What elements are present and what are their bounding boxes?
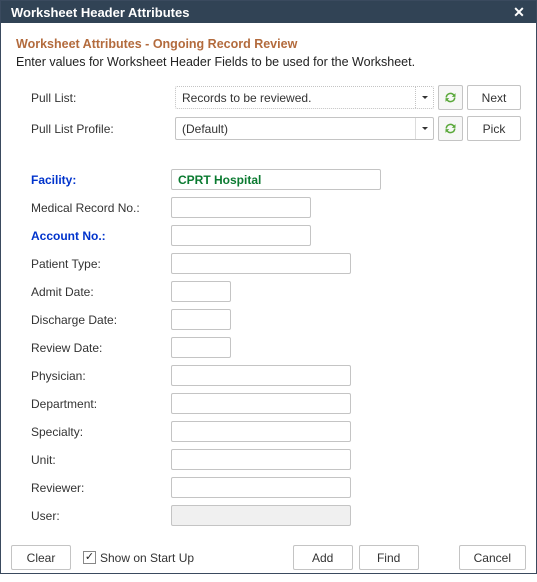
department-label: Department: (31, 397, 171, 411)
reviewer-field[interactable] (171, 477, 351, 498)
refresh-icon (443, 121, 458, 136)
account-row: Account No.: (31, 223, 521, 248)
instructions: Enter values for Worksheet Header Fields… (16, 55, 521, 69)
facility-label: Facility: (31, 173, 171, 187)
find-button-label: Find (377, 551, 400, 565)
subtitle: Worksheet Attributes - Ongoing Record Re… (16, 37, 521, 51)
pull-profile-refresh-button[interactable] (438, 116, 463, 141)
content-area: Worksheet Attributes - Ongoing Record Re… (1, 23, 536, 537)
show-on-startup-label: Show on Start Up (100, 551, 194, 565)
specialty-row: Specialty: (31, 419, 521, 444)
titlebar: Worksheet Header Attributes ✕ (1, 1, 536, 23)
clear-button[interactable]: Clear (11, 545, 71, 570)
pull-list-refresh-button[interactable] (438, 85, 463, 110)
window-title: Worksheet Header Attributes (11, 5, 508, 20)
facility-value: CPRT Hospital (178, 173, 261, 187)
patient-type-label: Patient Type: (31, 257, 171, 271)
pull-profile-row: Pull List Profile: (Default) Pick (16, 116, 521, 141)
review-date-row: Review Date: (31, 335, 521, 360)
pull-profile-value: (Default) (182, 122, 228, 136)
chevron-down-icon[interactable] (415, 118, 433, 139)
footer: Clear ✓ Show on Start Up Add Find Cancel (1, 537, 536, 582)
patient-type-field[interactable] (171, 253, 351, 274)
admit-date-row: Admit Date: (31, 279, 521, 304)
pull-list-combo[interactable]: Records to be reviewed. (175, 86, 434, 109)
review-date-label: Review Date: (31, 341, 171, 355)
facility-row: Facility: CPRT Hospital (31, 167, 521, 192)
add-button[interactable]: Add (293, 545, 353, 570)
physician-row: Physician: (31, 363, 521, 388)
dialog-window: Worksheet Header Attributes ✕ Worksheet … (0, 0, 537, 574)
pull-list-row: Pull List: Records to be reviewed. Next (16, 85, 521, 110)
specialty-label: Specialty: (31, 425, 171, 439)
facility-field[interactable]: CPRT Hospital (171, 169, 381, 190)
review-date-field[interactable] (171, 337, 231, 358)
cancel-button[interactable]: Cancel (459, 545, 526, 570)
form-area: Facility: CPRT Hospital Medical Record N… (16, 167, 521, 531)
unit-row: Unit: (31, 447, 521, 472)
unit-label: Unit: (31, 453, 171, 467)
pull-list-value: Records to be reviewed. (182, 91, 311, 105)
user-row: User: (31, 503, 521, 528)
admit-date-field[interactable] (171, 281, 231, 302)
close-icon[interactable]: ✕ (508, 1, 530, 23)
account-field[interactable] (171, 225, 311, 246)
patient-type-row: Patient Type: (31, 251, 521, 276)
next-button-label: Next (482, 91, 507, 105)
discharge-date-field[interactable] (171, 309, 231, 330)
specialty-field[interactable] (171, 421, 351, 442)
pull-profile-combo[interactable]: (Default) (175, 117, 434, 140)
user-field (171, 505, 351, 526)
discharge-date-label: Discharge Date: (31, 313, 171, 327)
mrn-row: Medical Record No.: (31, 195, 521, 220)
reviewer-row: Reviewer: (31, 475, 521, 500)
pick-button[interactable]: Pick (467, 116, 521, 141)
mrn-label: Medical Record No.: (31, 201, 171, 215)
user-label: User: (31, 509, 171, 523)
add-button-label: Add (312, 551, 333, 565)
clear-button-label: Clear (27, 551, 56, 565)
department-row: Department: (31, 391, 521, 416)
unit-field[interactable] (171, 449, 351, 470)
checkbox-icon: ✓ (83, 551, 96, 564)
next-button[interactable]: Next (467, 85, 521, 110)
pull-profile-label: Pull List Profile: (31, 122, 171, 136)
mrn-field[interactable] (171, 197, 311, 218)
department-field[interactable] (171, 393, 351, 414)
find-button[interactable]: Find (359, 545, 419, 570)
discharge-date-row: Discharge Date: (31, 307, 521, 332)
account-label: Account No.: (31, 229, 171, 243)
admit-date-label: Admit Date: (31, 285, 171, 299)
cancel-button-label: Cancel (474, 551, 511, 565)
pick-button-label: Pick (483, 122, 506, 136)
refresh-icon (443, 90, 458, 105)
show-on-startup-checkbox[interactable]: ✓ Show on Start Up (83, 551, 194, 565)
reviewer-label: Reviewer: (31, 481, 171, 495)
physician-label: Physician: (31, 369, 171, 383)
physician-field[interactable] (171, 365, 351, 386)
chevron-down-icon[interactable] (415, 87, 433, 108)
pull-list-label: Pull List: (31, 91, 171, 105)
